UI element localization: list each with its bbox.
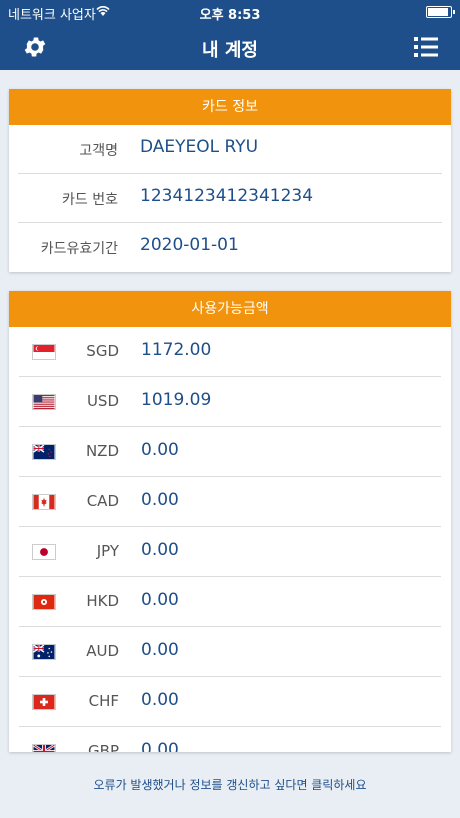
card-expiry-value: 2020-01-01 (140, 235, 239, 255)
card-info-header: 카드 정보 (9, 89, 451, 125)
flag-ca-icon (32, 494, 56, 510)
flag-au-icon (32, 644, 56, 660)
card-expiry-row: 카드유효기간 2020-01-01 (18, 223, 442, 272)
currency-amount: 0.00 (141, 490, 179, 510)
currency-code: SGD (86, 342, 119, 360)
currency-code: USD (86, 392, 119, 410)
flag-gb-icon (32, 744, 56, 752)
currency-code: CAD (86, 492, 119, 510)
currency-code: NZD (85, 442, 119, 460)
currency-code: GBP (88, 742, 119, 752)
currency-amount: 0.00 (141, 640, 179, 660)
balance-row-sgd: SGD 1172.00 (19, 327, 441, 377)
battery-icon (426, 6, 455, 18)
refresh-info-link[interactable]: 오류가 발생했거나 정보를 갱신하고 싶다면 클릭하세요 (0, 776, 460, 793)
currency-amount: 0.00 (141, 690, 179, 710)
customer-name-label: 고객명 (79, 143, 118, 159)
list-icon[interactable] (414, 36, 438, 58)
flag-hk-icon (32, 594, 56, 610)
balance-panel: 사용가능금액 SGD 1172.00 USD 1019.09 NZD 0.00 … (9, 291, 451, 752)
status-bar: 네트워크 사업자 오후 8:53 (0, 0, 460, 24)
customer-name-row: 고객명 DAEYEOL RYU (18, 125, 442, 174)
currency-code: JPY (96, 542, 119, 560)
card-number-label: 카드 번호 (62, 192, 118, 208)
flag-ch-icon (32, 694, 56, 710)
balance-header: 사용가능금액 (9, 291, 451, 327)
currency-amount: 1172.00 (141, 340, 212, 360)
balance-row-usd: USD 1019.09 (19, 377, 441, 427)
customer-name-value: DAEYEOL RYU (140, 137, 259, 157)
clock: 오후 8:53 (199, 8, 261, 23)
flag-sg-icon (32, 344, 56, 360)
balance-row-cad: CAD 0.00 (19, 477, 441, 527)
balance-row-jpy: JPY 0.00 (19, 527, 441, 577)
card-number-value: 1234123412341234 (140, 186, 314, 206)
currency-code: AUD (86, 642, 119, 660)
balance-row-chf: CHF 0.00 (19, 677, 441, 727)
currency-amount: 1019.09 (141, 390, 212, 410)
currency-code: CHF (88, 692, 119, 710)
card-info-panel: 카드 정보 고객명 DAEYEOL RYU 카드 번호 123412341234… (9, 89, 451, 272)
flag-us-icon (32, 394, 56, 410)
nav-bar: 내 계정 (0, 24, 460, 70)
currency-code: HKD (86, 592, 119, 610)
card-number-row: 카드 번호 1234123412341234 (18, 174, 442, 223)
card-expiry-label: 카드유효기간 (40, 241, 118, 257)
currency-amount: 0.00 (141, 440, 179, 460)
currency-amount: 0.00 (141, 740, 179, 752)
page-title: 내 계정 (202, 40, 258, 61)
currency-amount: 0.00 (141, 590, 179, 610)
flag-nz-icon (32, 444, 56, 460)
balance-row-aud: AUD 0.00 (19, 627, 441, 677)
balance-row-nzd: NZD 0.00 (19, 427, 441, 477)
balance-row-gbp: GBP 0.00 (19, 727, 441, 752)
flag-jp-icon (32, 544, 56, 560)
balance-row-hkd: HKD 0.00 (19, 577, 441, 627)
currency-amount: 0.00 (141, 540, 179, 560)
